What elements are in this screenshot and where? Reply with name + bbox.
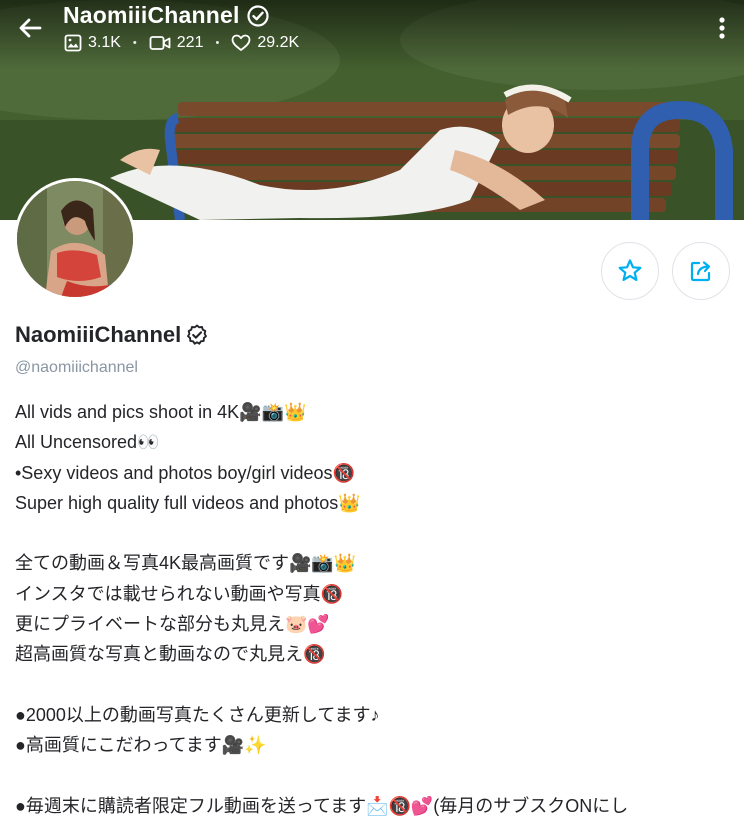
bio-line: All Uncensored👀 [15, 432, 160, 453]
avatar[interactable] [14, 178, 136, 300]
bio-blank-line [15, 670, 744, 700]
bio-line: インスタでは載せられない動画や写真🔞 [15, 583, 344, 604]
verified-badge-icon [187, 324, 208, 345]
bio-line: •Sexy videos and photos boy/girl videos🔞 [15, 462, 355, 483]
avatar-photo [17, 181, 133, 297]
bio-blank-line [15, 761, 744, 791]
share-icon [690, 261, 711, 282]
heart-icon [231, 34, 251, 51]
image-icon [64, 34, 82, 52]
likes-stat: 29.2K [231, 34, 299, 52]
avatar-image [17, 181, 133, 297]
profile-name-row: NaomiiiChannel [15, 322, 209, 348]
video-camera-icon [149, 36, 171, 50]
bio-line: ●毎週末に購読者限定フル動画を送ってます📩🔞💕(毎月のサブスクONにし [15, 795, 629, 816]
header-title: NaomiiiChannel [63, 2, 240, 28]
bio-blank-line [15, 518, 744, 548]
videos-stat: 221 [149, 34, 204, 52]
stats-separator: • [132, 37, 137, 49]
photos-count: 3.1K [88, 34, 121, 51]
header-stats: 3.1K • 221 • 29.2K [64, 34, 299, 52]
profile-bio: All vids and pics shoot in 4K🎥📸👑 All Unc… [15, 397, 744, 821]
bio-line: 全ての動画＆写真4K最高画質です🎥📸👑 [15, 553, 357, 574]
bio-line: 更にプライベートな部分も丸見え🐷💕 [15, 614, 330, 635]
header-title-row: NaomiiiChannel [63, 2, 270, 29]
bio-line: Super high quality full videos and photo… [15, 492, 361, 513]
bio-line: All vids and pics shoot in 4K🎥📸👑 [15, 402, 307, 422]
profile-handle: @naomiiichannel [15, 359, 138, 376]
back-button[interactable] [14, 12, 46, 44]
more-options-button[interactable] [710, 14, 734, 42]
bio-line: ●高画質にこだわってます🎥✨ [15, 735, 267, 756]
profile-name: NaomiiiChannel [15, 322, 182, 347]
back-arrow-icon [19, 18, 42, 38]
share-button[interactable] [672, 242, 730, 300]
more-vertical-icon [719, 17, 725, 39]
likes-count: 29.2K [257, 34, 300, 51]
verified-badge-icon [247, 4, 269, 27]
stats-separator: • [215, 37, 220, 49]
star-icon [618, 259, 642, 281]
photos-stat: 3.1K [64, 34, 121, 52]
bio-line: ●2000以上の動画写真たくさん更新してます♪ [15, 704, 380, 725]
profile-header-bar: NaomiiiChannel 3.1K • 221 • 29.2K [0, 0, 744, 62]
videos-count: 221 [176, 34, 204, 51]
favorite-button[interactable] [601, 242, 659, 300]
bio-line: 超高画質な写真と動画なので丸見え🔞 [15, 644, 326, 665]
